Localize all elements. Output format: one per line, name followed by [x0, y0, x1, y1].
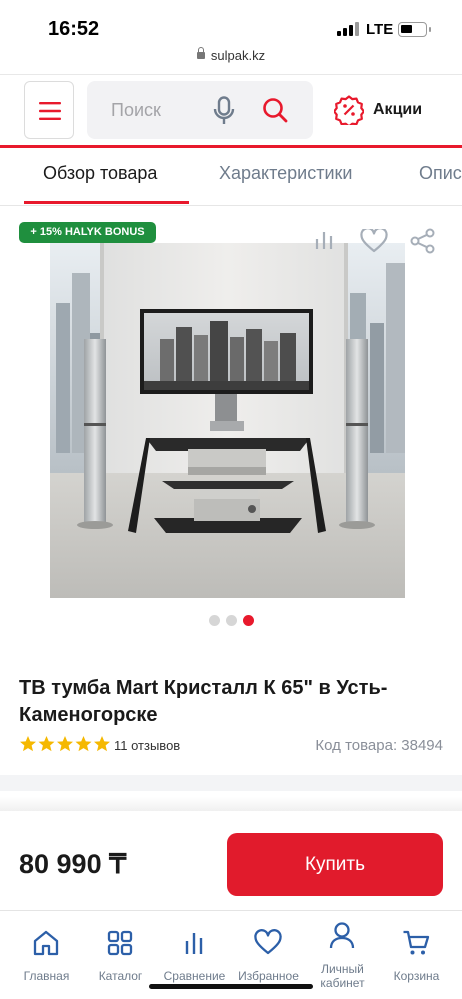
home-indicator [149, 984, 313, 989]
product-code: Код товара: 38494 [315, 737, 443, 754]
product-title: ТВ тумба Mart Кристалл К 65" в Усть-Каме… [19, 677, 388, 726]
nav-account[interactable]: Личный кабинет [304, 911, 381, 999]
product-tabs: Обзор товара Характеристики Описание [0, 150, 462, 206]
share-icon[interactable] [410, 228, 436, 254]
section-divider [0, 775, 462, 791]
status-time: 16:52 [48, 18, 100, 40]
menu-button[interactable] [24, 81, 74, 139]
nav-home[interactable]: Главная [8, 911, 85, 999]
cart-icon [403, 930, 430, 955]
nav-cart[interactable]: Корзина [378, 911, 455, 999]
user-icon [329, 922, 355, 949]
compare-icon [185, 933, 203, 954]
search-icon[interactable] [262, 97, 288, 123]
pager-dot[interactable] [225, 615, 237, 626]
active-tab-indicator [24, 201, 189, 204]
compare-icon[interactable] [314, 229, 334, 251]
catalog-icon [107, 930, 133, 956]
image-pager[interactable] [0, 613, 462, 627]
pager-dot[interactable] [208, 615, 220, 626]
product-photo [50, 243, 405, 598]
tab-characteristics[interactable]: Характеристики [219, 163, 352, 184]
promo-link[interactable]: Акции [373, 101, 422, 119]
home-icon [33, 930, 59, 956]
browser-url-bar[interactable]: sulpak.kz [0, 47, 462, 68]
nav-cart-label: Корзина [393, 969, 440, 983]
browser-url: sulpak.kz [210, 48, 266, 63]
favorite-icon[interactable] [360, 229, 388, 253]
microphone-icon[interactable] [213, 96, 235, 126]
battery-icon [398, 22, 431, 37]
search-input[interactable]: Поиск [111, 100, 161, 121]
network-label: LTE [366, 21, 394, 38]
heart-icon [254, 929, 282, 955]
nav-catalog[interactable]: Каталог [82, 911, 159, 999]
product-price: 80 990 ₸ [19, 849, 127, 879]
promo-badge-icon[interactable] [334, 95, 364, 125]
hamburger-icon [39, 102, 61, 120]
lock-icon [196, 47, 205, 59]
buy-button[interactable]: Купить [227, 833, 443, 896]
rating-stars[interactable] [19, 735, 111, 753]
tab-overview[interactable]: Обзор товара [43, 163, 157, 184]
divider [0, 74, 462, 75]
search-box[interactable]: Поиск [87, 81, 313, 139]
halyk-bonus-badge: + 15% HALYK BONUS [19, 222, 156, 243]
status-bar: 16:52 LTE [0, 0, 462, 44]
star-icon [20, 736, 110, 752]
product-image[interactable] [50, 243, 405, 598]
signal-icon [337, 22, 361, 36]
tab-description[interactable]: Описание [419, 163, 462, 184]
reviews-link[interactable]: 11 отзывов [114, 738, 180, 753]
header-accent-line [0, 145, 462, 148]
pager-dot-active[interactable] [242, 615, 254, 626]
section-divider [0, 797, 462, 811]
